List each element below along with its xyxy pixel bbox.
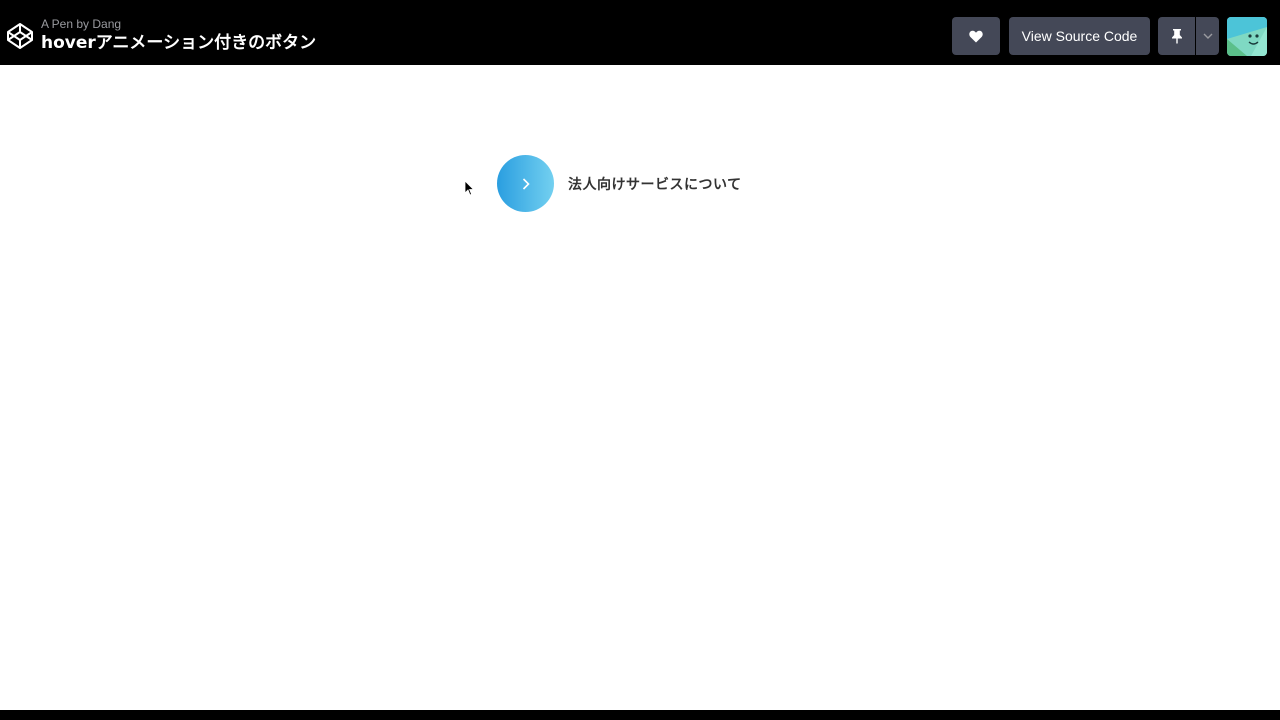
- cta-label: 法人向けサービスについて: [568, 176, 742, 193]
- chevron-down-icon: [1203, 33, 1212, 39]
- view-source-button[interactable]: View Source Code: [1009, 17, 1150, 55]
- cta-circle[interactable]: [497, 155, 554, 212]
- mouse-cursor-icon: [464, 180, 474, 196]
- heart-icon: [969, 30, 983, 42]
- pen-title: hoverアニメーション付きのボタン: [41, 33, 317, 53]
- pin-button[interactable]: [1158, 17, 1195, 55]
- avatar-icon: [1227, 17, 1267, 56]
- user-avatar[interactable]: [1227, 17, 1267, 56]
- pin-icon: [1171, 29, 1182, 44]
- codepen-header: A Pen by Dang hoverアニメーション付きのボタン View So…: [0, 0, 1280, 65]
- chevron-right-icon: [522, 177, 530, 190]
- view-source-label: View Source Code: [1021, 28, 1138, 44]
- pen-author[interactable]: A Pen by Dang: [41, 18, 316, 30]
- heart-button[interactable]: [952, 17, 1000, 55]
- bottom-bar: [0, 710, 1280, 720]
- corporate-services-link[interactable]: 法人向けサービスについて: [497, 155, 742, 212]
- codepen-cube-icon[interactable]: [6, 22, 34, 50]
- pin-menu-button[interactable]: [1196, 17, 1219, 55]
- pen-meta: A Pen by Dang hoverアニメーション付きのボタン: [41, 18, 316, 52]
